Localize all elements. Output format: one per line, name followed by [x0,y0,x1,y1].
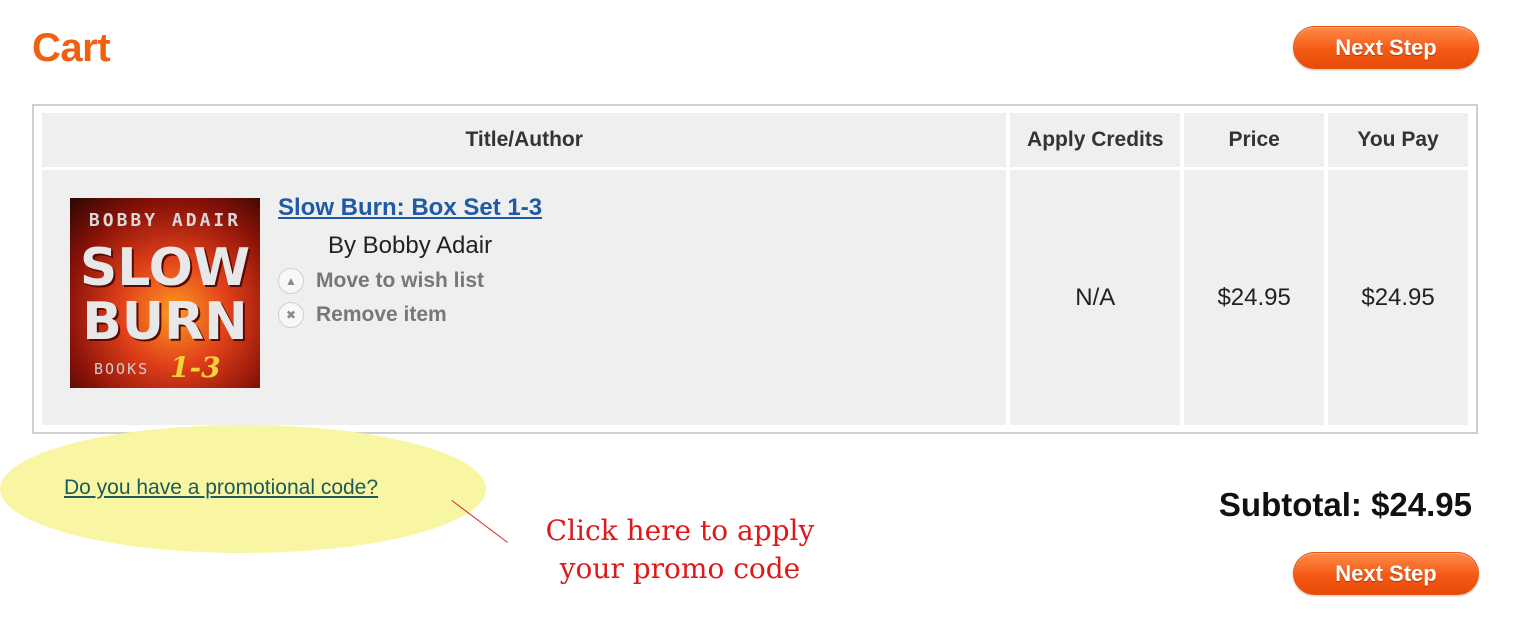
annotation-line-1: Click here to apply [545,514,815,547]
move-to-wish-list-button[interactable]: ▲ Move to wish list [278,268,542,294]
cover-author-text: BOBBY ADAIR [88,210,242,231]
cart-table: Title/Author Apply Credits Price You Pay… [32,104,1478,434]
item-title-link[interactable]: Slow Burn: Box Set 1-3 [278,194,542,222]
subtotal: Subtotal: $24.95 [1218,486,1472,523]
annotation-line-2: your promo code [559,552,801,585]
cover-number-text: 1-3 [170,351,221,384]
promo-annotation: Click here to apply your promo code [522,512,838,588]
header-you-pay: You Pay [1328,113,1468,167]
remove-item-label: Remove item [316,303,447,326]
header-title-author: Title/Author [42,113,1007,167]
cover-title-line2: BURN [82,292,248,352]
table-row: BOBBY ADAIR SLOW BURN BOOKS 1-3 Slow Bur… [42,170,1468,425]
move-to-wish-list-label: Move to wish list [316,269,485,292]
arrow-up-icon: ▲ [278,268,304,294]
remove-x-icon: ✖ [278,302,304,328]
price-value: $24.95 [1184,170,1325,425]
page-title: Cart [32,26,111,70]
next-step-button[interactable]: Next Step [1293,26,1479,69]
cover-title-line1: SLOW [79,238,251,298]
promo-code-link[interactable]: Do you have a promotional code? [64,476,378,500]
next-step-button-bottom[interactable]: Next Step [1293,552,1479,595]
header-apply-credits: Apply Credits [1010,113,1181,167]
apply-credits-value: N/A [1010,170,1181,425]
you-pay-value: $24.95 [1328,170,1468,425]
item-author: By Bobby Adair [327,232,493,259]
book-cover-image[interactable]: BOBBY ADAIR SLOW BURN BOOKS 1-3 [70,198,260,388]
remove-item-button[interactable]: ✖ Remove item [278,302,542,328]
header-price: Price [1184,113,1325,167]
item-cell: BOBBY ADAIR SLOW BURN BOOKS 1-3 Slow Bur… [42,170,1007,425]
cover-books-text: BOOKS [94,360,150,378]
item-info: Slow Burn: Box Set 1-3 By Bobby Adair ▲ … [278,194,542,328]
annotation-pointer-line [451,500,508,543]
table-header-row: Title/Author Apply Credits Price You Pay [42,113,1468,167]
